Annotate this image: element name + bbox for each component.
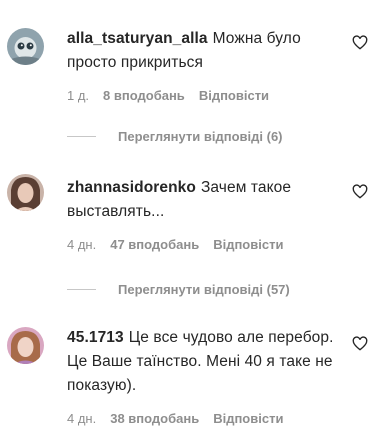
- heart-icon[interactable]: [352, 336, 368, 352]
- replies-divider: [67, 136, 96, 137]
- view-replies-label: Переглянути відповіді (6): [118, 129, 283, 144]
- comment-meta: 4 дн. 47 вподобань Відповісти: [67, 237, 297, 252]
- comment-meta: 4 дн. 38 вподобань Відповісти: [67, 411, 297, 426]
- view-replies-button[interactable]: Переглянути відповіді (6): [67, 129, 283, 144]
- avatar[interactable]: [7, 28, 44, 65]
- avatar[interactable]: [7, 174, 44, 211]
- comment-text: alla_tsaturyan_alla Можна було просто при…: [67, 27, 347, 75]
- comment-username[interactable]: zhannasidorenko: [67, 179, 196, 196]
- heart-icon[interactable]: [352, 184, 368, 200]
- view-replies-button[interactable]: Переглянути відповіді (57): [67, 282, 290, 297]
- comment-time[interactable]: 1 д.: [67, 88, 89, 103]
- reply-button[interactable]: Відповісти: [213, 411, 283, 426]
- replies-divider: [67, 289, 96, 290]
- comment-likes[interactable]: 8 вподобань: [103, 88, 185, 103]
- comment-username[interactable]: 45.1713: [67, 329, 124, 346]
- heart-icon[interactable]: [352, 35, 368, 51]
- reply-button[interactable]: Відповісти: [213, 237, 283, 252]
- avatar[interactable]: [7, 327, 44, 364]
- comment-likes[interactable]: 47 вподобань: [110, 237, 199, 252]
- comment-likes[interactable]: 38 вподобань: [110, 411, 199, 426]
- comment-text: 45.1713 Це все чудово але перебор. Це Ваш…: [67, 326, 347, 398]
- comment-text: zhannasidorenko Зачем такое выставлять...: [67, 176, 347, 224]
- reply-button[interactable]: Відповісти: [199, 88, 269, 103]
- comment-meta: 1 д. 8 вподобань Відповісти: [67, 88, 283, 103]
- comment-time[interactable]: 4 дн.: [67, 411, 96, 426]
- comment-time[interactable]: 4 дн.: [67, 237, 96, 252]
- view-replies-label: Переглянути відповіді (57): [118, 282, 290, 297]
- comment-username[interactable]: alla_tsaturyan_alla: [67, 30, 208, 47]
